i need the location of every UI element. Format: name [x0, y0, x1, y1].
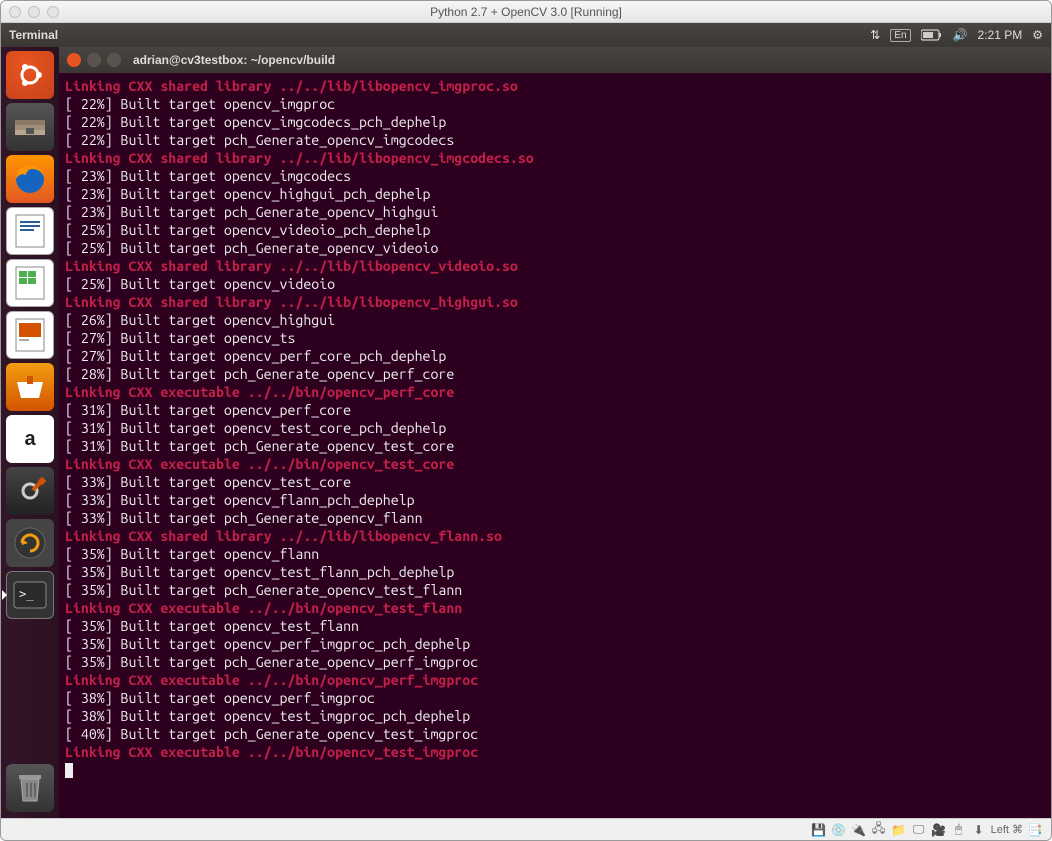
vb-shared-folder-icon[interactable]: 📁 [891, 822, 907, 838]
clock[interactable]: 2:21 PM [978, 28, 1023, 42]
terminal-minimize-button[interactable] [87, 53, 101, 67]
virtualbox-window: Python 2.7 + OpenCV 3.0 [Running] Termin… [0, 0, 1052, 841]
vb-hdd-icon[interactable]: 💾 [811, 822, 827, 838]
launcher-dash-icon[interactable] [6, 51, 54, 99]
launcher-impress-icon[interactable] [6, 311, 54, 359]
sound-indicator-icon[interactable]: 🔊 [953, 28, 968, 42]
launcher-firefox-icon[interactable] [6, 155, 54, 203]
mac-titlebar: Python 2.7 + OpenCV 3.0 [Running] [1, 1, 1051, 23]
vb-network-icon[interactable]: 🖧 [871, 822, 887, 838]
vb-menu-icon[interactable]: 📑 [1027, 822, 1043, 838]
launcher-amazon-icon[interactable]: a [6, 415, 54, 463]
vb-hostkey-icon[interactable]: ⬇ [971, 822, 987, 838]
vb-hostkey-label: Left ⌘ [991, 823, 1023, 836]
ubuntu-desktop: a >_ [1, 47, 1051, 818]
mac-window-title: Python 2.7 + OpenCV 3.0 [Running] [1, 5, 1051, 19]
terminal-window: adrian@cv3testbox: ~/opencv/build Linkin… [59, 47, 1051, 818]
vb-display-icon[interactable]: 🖵 [911, 822, 927, 838]
launcher-terminal-icon[interactable]: >_ [6, 571, 54, 619]
launcher-trash-icon[interactable] [6, 764, 54, 812]
vb-optical-icon[interactable]: 💿 [831, 822, 847, 838]
battery-indicator-icon[interactable] [921, 29, 943, 41]
launcher-updater-icon[interactable] [6, 519, 54, 567]
vb-video-icon[interactable]: 🎥 [931, 822, 947, 838]
terminal-output[interactable]: Linking CXX shared library ../../lib/lib… [59, 73, 1051, 818]
keyboard-indicator[interactable]: En [890, 29, 910, 42]
terminal-title: adrian@cv3testbox: ~/opencv/build [133, 53, 335, 67]
vb-mouse-icon[interactable]: 🖱 [951, 822, 967, 838]
launcher-writer-icon[interactable] [6, 207, 54, 255]
terminal-maximize-button[interactable] [107, 53, 121, 67]
terminal-close-button[interactable] [67, 53, 81, 67]
network-indicator-icon[interactable]: ⇅ [870, 28, 880, 42]
svg-text:>_: >_ [19, 587, 34, 601]
terminal-titlebar[interactable]: adrian@cv3testbox: ~/opencv/build [59, 47, 1051, 73]
unity-launcher: a >_ [1, 47, 59, 818]
menubar-app-name[interactable]: Terminal [9, 28, 58, 42]
amazon-logo-icon: a [24, 428, 35, 451]
launcher-settings-icon[interactable] [6, 467, 54, 515]
virtualbox-statusbar: 💾 💿 🔌 🖧 📁 🖵 🎥 🖱 ⬇ Left ⌘ 📑 [1, 818, 1051, 840]
launcher-software-icon[interactable] [6, 363, 54, 411]
launcher-files-icon[interactable] [6, 103, 54, 151]
launcher-calc-icon[interactable] [6, 259, 54, 307]
ubuntu-menubar: Terminal ⇅ En 🔊 2:21 PM ⚙ [1, 23, 1051, 47]
session-indicator-icon[interactable]: ⚙ [1032, 28, 1043, 42]
vb-usb-icon[interactable]: 🔌 [851, 822, 867, 838]
vm-display-area: Terminal ⇅ En 🔊 2:21 PM ⚙ [1, 23, 1051, 818]
